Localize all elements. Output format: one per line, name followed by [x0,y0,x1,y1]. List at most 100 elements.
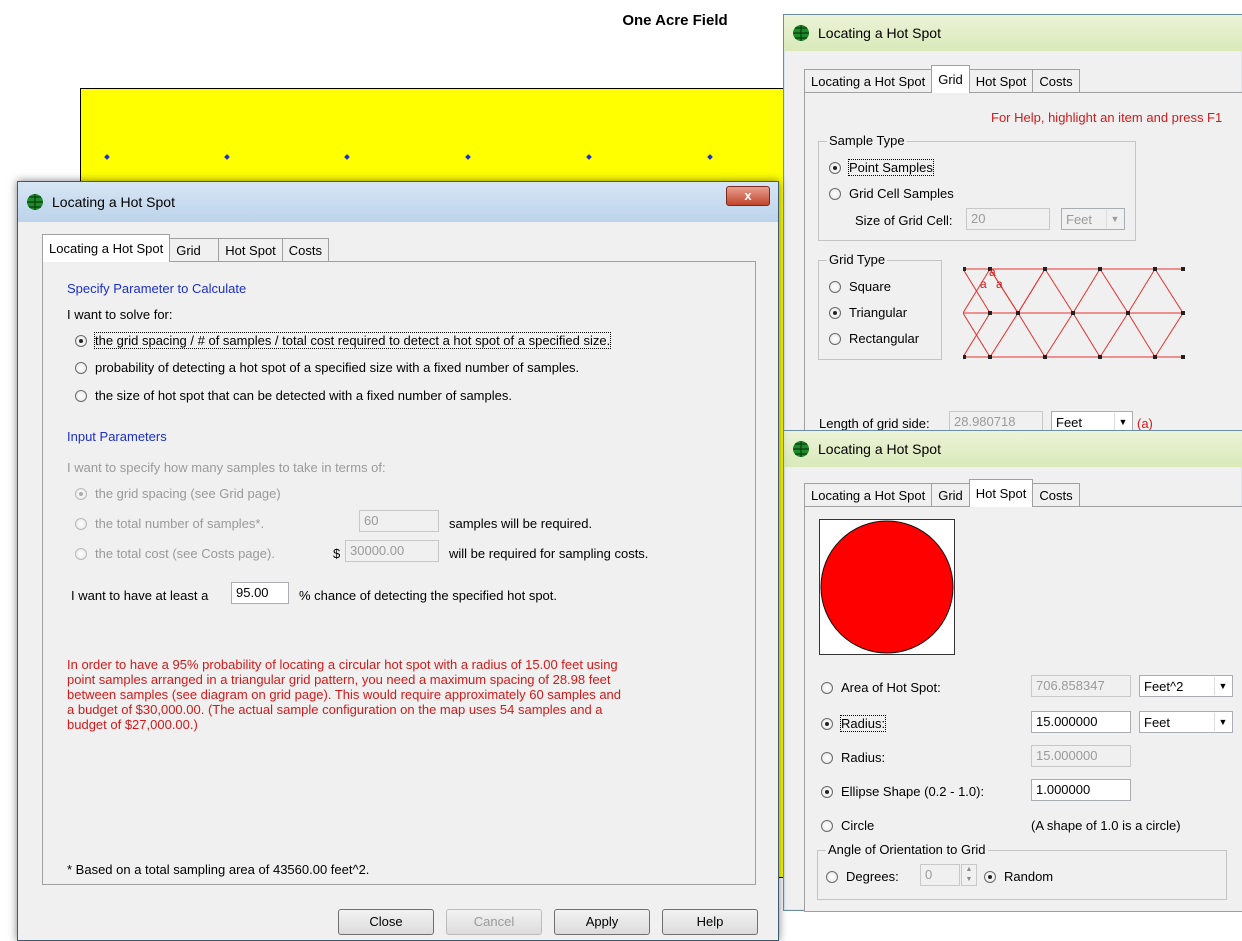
triangular-option[interactable]: Triangular [829,305,907,320]
option-label: Rectangular [849,331,920,346]
area-input[interactable]: 706.858347 [1031,675,1131,697]
rectangular-option[interactable]: Rectangular [829,331,919,346]
tab-grid[interactable]: Grid [169,238,220,262]
radio-button[interactable] [75,362,87,374]
radio-button[interactable] [984,871,996,883]
grid-cell-samples-option[interactable]: Grid Cell Samples [829,186,954,201]
radio-button[interactable] [829,281,841,293]
radio-button[interactable] [826,871,838,883]
radius-option[interactable]: Radius: [821,715,887,732]
radius-secondary-option[interactable]: Radius: [821,750,885,765]
radio-button[interactable] [75,518,87,530]
result-line: between samples (see diagram on grid pag… [67,687,622,702]
option-label: Radius: [839,715,887,732]
degrees-spinner[interactable]: ▲ ▼ [961,864,977,886]
radio-button[interactable] [829,188,841,200]
spec-grid-spacing-option[interactable]: the grid spacing (see Grid page) [75,486,281,501]
ellipse-option[interactable]: Ellipse Shape (0.2 - 1.0): [821,784,984,799]
diagram-side-label-a3: a [996,277,1003,291]
random-option[interactable]: Random [984,869,1053,884]
radio-button[interactable] [75,488,87,500]
angle-title: Angle of Orientation to Grid [826,842,988,857]
radio-button[interactable] [75,335,87,347]
radius-secondary-input[interactable]: 15.000000 [1031,745,1131,767]
option-label: the size of hot spot that can be detecte… [95,388,512,403]
radio-button[interactable] [821,752,833,764]
grid-tab-panel: For Help, highlight an item and press F1… [804,92,1242,437]
close-button[interactable]: Close [338,909,434,935]
spec-total-cost-option[interactable]: the total cost (see Costs page). [75,546,275,561]
hotspot-dialog-titlebar[interactable]: Locating a Hot Spot [784,431,1242,467]
hotspot-circle-shape [820,520,954,654]
app-globe-icon [792,24,810,42]
sample-count-input[interactable]: 60 [359,510,439,532]
square-option[interactable]: Square [829,279,891,294]
circle-note: (A shape of 1.0 is a circle) [1031,818,1181,833]
radio-button[interactable] [821,718,833,730]
tab-grid[interactable]: Grid [931,483,970,507]
radio-button[interactable] [829,162,841,174]
radius-unit-select[interactable]: Feet ▼ [1139,711,1233,733]
solve-hot-spot-size-option[interactable]: the size of hot spot that can be detecte… [75,388,512,403]
result-line: a budget of $30,000.00. (The actual samp… [67,702,603,717]
radio-button[interactable] [821,786,833,798]
spec-sample-count-option[interactable]: the total number of samples*. [75,516,264,531]
tab-hot-spot[interactable]: Hot Spot [968,479,1034,507]
tab-hot-spot[interactable]: Hot Spot [968,69,1034,93]
chevron-down-icon: ▼ [1114,413,1131,431]
tab-locating-hot-spot[interactable]: Locating a Hot Spot [804,69,933,93]
radio-button[interactable] [75,390,87,402]
tab-grid[interactable]: Grid [931,65,970,93]
cancel-button[interactable]: Cancel [446,909,542,935]
sample-point [707,154,713,160]
option-label: probability of detecting a hot spot of a… [95,360,580,375]
grid-cell-unit-select[interactable]: Feet ▼ [1061,208,1125,230]
radio-button[interactable] [821,682,833,694]
degrees-option[interactable]: Degrees: [826,869,899,884]
grid-cell-size-input[interactable]: 20 [966,208,1050,230]
total-cost-input[interactable]: 30000.00 [345,540,439,562]
hotspot-tab-panel: Area of Hot Spot: 706.858347 Feet^2 ▼ Ra… [804,506,1242,912]
radius-input[interactable]: 15.000000 [1031,711,1131,733]
radio-button[interactable] [829,307,841,319]
circle-option[interactable]: Circle [821,818,874,833]
angle-orientation-group: Angle of Orientation to Grid Degrees: 0 … [817,842,1227,900]
radio-button[interactable] [821,820,833,832]
area-option[interactable]: Area of Hot Spot: [821,680,941,695]
area-unit-select[interactable]: Feet^2 ▼ [1139,675,1233,697]
locating-tab-panel: Specify Parameter to Calculate I want to… [42,261,756,885]
radio-button[interactable] [829,333,841,345]
sample-point [224,154,230,160]
apply-button[interactable]: Apply [554,909,650,935]
tab-costs[interactable]: Costs [281,238,330,262]
main-dialog-titlebar[interactable]: Locating a Hot Spot [18,182,778,222]
result-line: In order to have a 95% probability of lo… [67,657,618,672]
ellipse-shape-input[interactable]: 1.000000 [1031,779,1131,801]
tab-costs[interactable]: Costs [1032,69,1080,93]
detection-chance-input[interactable]: 95.00 [231,582,289,604]
grid-dialog-titlebar[interactable]: Locating a Hot Spot [784,15,1242,51]
specify-parameter-heading: Specify Parameter to Calculate [67,281,247,296]
samples-required-label: samples will be required. [449,516,593,531]
tab-locating-hot-spot[interactable]: Locating a Hot Spot [42,234,171,262]
result-message: In order to have a 95% probability of lo… [67,657,747,732]
tab-locating-hot-spot[interactable]: Locating a Hot Spot [804,483,933,507]
degrees-input[interactable]: 0 [920,864,960,886]
solve-probability-option[interactable]: probability of detecting a hot spot of a… [75,360,579,375]
option-label: Area of Hot Spot: [841,680,941,695]
sample-point [465,154,471,160]
solve-grid-spacing-option[interactable]: the grid spacing / # of samples / total … [75,332,612,349]
option-label: the total number of samples*. [95,516,265,531]
tab-costs[interactable]: Costs [1032,483,1080,507]
length-of-side-label: Length of grid side: [819,416,930,431]
help-button[interactable]: Help [662,909,758,935]
radio-button[interactable] [75,548,87,560]
close-window-button[interactable]: x [726,186,770,206]
app-globe-icon [792,440,810,458]
point-samples-option[interactable]: Point Samples [829,159,934,176]
app-globe-icon [26,193,44,211]
tab-hot-spot[interactable]: Hot Spot [218,238,283,262]
hotspot-dialog: Locating a Hot Spot Locating a Hot Spot … [783,430,1242,912]
sampling-area-footnote: * Based on a total sampling area of 4356… [67,862,370,877]
solve-for-label: I want to solve for: [67,307,173,322]
